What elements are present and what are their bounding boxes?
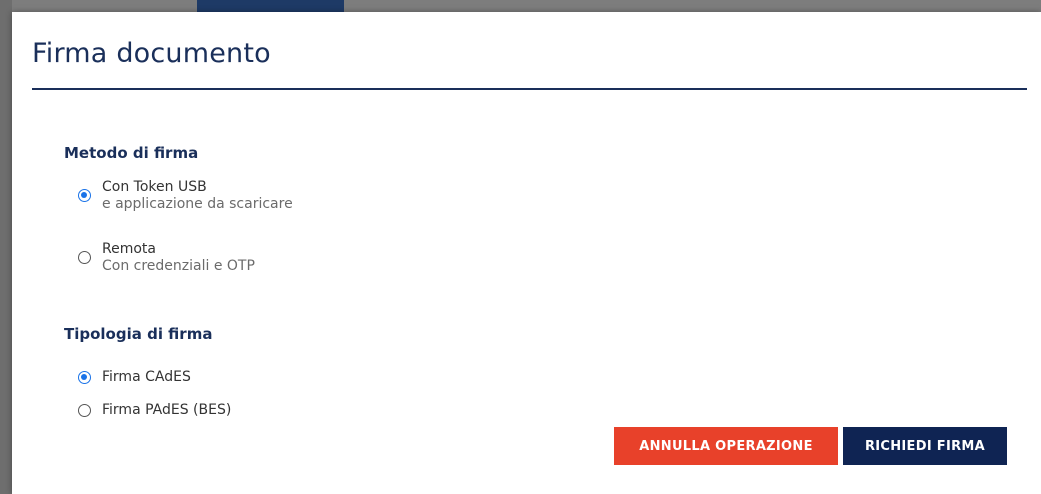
radio-token-usb-text: Con Token USB e applicazione da scaricar… (102, 178, 293, 213)
sign-document-dialog: Firma documento Metodo di firma Con Toke… (12, 12, 1041, 494)
radio-remote[interactable] (78, 251, 91, 264)
radio-option-pades[interactable]: Firma PAdES (BES) (78, 401, 231, 419)
signature-type-heading: Tipologia di firma (64, 325, 213, 343)
radio-pades-label: Firma PAdES (BES) (102, 402, 232, 418)
cancel-operation-button[interactable]: ANNULLA OPERAZIONE (614, 427, 838, 465)
radio-token-usb-sublabel: e applicazione da scaricare (102, 196, 293, 212)
radio-pades[interactable] (78, 403, 91, 417)
radio-remote-sublabel: Con credenziali e OTP (102, 258, 255, 274)
radio-cades-label: Firma CAdES (102, 369, 191, 385)
radio-token-usb[interactable] (78, 189, 91, 202)
request-signature-button[interactable]: RICHIEDI FIRMA (843, 427, 1007, 465)
dialog-title: Firma documento (32, 38, 271, 69)
radio-token-usb-label: Con Token USB (102, 179, 207, 195)
signature-method-heading: Metodo di firma (64, 144, 199, 162)
radio-remote-text: Remota Con credenziali e OTP (102, 240, 255, 275)
radio-option-token-usb[interactable]: Con Token USB e applicazione da scaricar… (78, 178, 293, 213)
radio-cades[interactable] (78, 370, 91, 384)
backdrop-left-strip (0, 0, 12, 494)
title-divider (32, 88, 1027, 90)
radio-option-remote[interactable]: Remota Con credenziali e OTP (78, 240, 255, 275)
radio-option-cades[interactable]: Firma CAdES (78, 368, 191, 386)
radio-pades-text: Firma PAdES (BES) (102, 401, 231, 419)
radio-cades-text: Firma CAdES (102, 368, 191, 386)
radio-remote-label: Remota (102, 241, 156, 257)
